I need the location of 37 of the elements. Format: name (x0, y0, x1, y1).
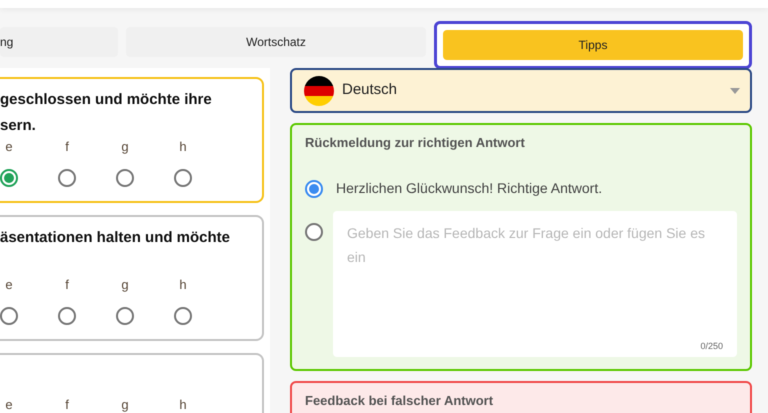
option-label: f (65, 276, 69, 294)
option-label: g (121, 138, 129, 156)
placeholder-text: Geben Sie das Feedback zur Frage ein oder fügen Sie es ein (347, 225, 705, 265)
radio-button[interactable] (174, 306, 192, 324)
caret-icon (730, 88, 740, 94)
feedback-input-field[interactable]: Geben Sie das Feedback zur Frage ein oder fügen Sie es ein 0/250 (333, 211, 737, 357)
option-label: f (65, 138, 69, 156)
radio-button[interactable] (0, 168, 18, 186)
radio-button[interactable] (0, 306, 18, 324)
question-text: sern. (0, 116, 37, 136)
feedback-option-text: Herzlichen Glückwunsch! Richtige Antwort. (336, 179, 602, 198)
radio-button[interactable] (174, 168, 192, 186)
radio-button[interactable] (305, 223, 323, 241)
radio-button[interactable] (116, 168, 134, 186)
option-label: h (179, 396, 187, 413)
language-select[interactable]: Deutsch (290, 68, 752, 113)
radio-button[interactable] (116, 306, 134, 324)
question-text: äsentationen halten und möchte (0, 228, 232, 248)
option-label: e (5, 276, 13, 294)
option-label: g (121, 396, 129, 413)
panel-title: Feedback bei falscher Antwort (305, 392, 494, 410)
option-label: h (179, 276, 187, 294)
option-label: e (5, 396, 13, 413)
tab[interactable]: Tipps (443, 30, 743, 60)
question-text: geschlossen und möchte ihre (0, 90, 213, 110)
option-label: f (65, 396, 69, 413)
option-label: h (179, 138, 187, 156)
tab[interactable]: Wortschatz (126, 27, 426, 57)
flag-icon (304, 76, 334, 106)
tab[interactable]: ng (0, 27, 118, 57)
character-counter: 0/250 (700, 340, 723, 352)
option-label: e (5, 138, 13, 156)
option-label: g (121, 276, 129, 294)
panel-title: Rückmeldung zur richtigen Antwort (305, 134, 526, 152)
radio-button[interactable] (58, 306, 76, 324)
radio-button[interactable] (58, 168, 76, 186)
radio-button[interactable] (305, 180, 323, 198)
